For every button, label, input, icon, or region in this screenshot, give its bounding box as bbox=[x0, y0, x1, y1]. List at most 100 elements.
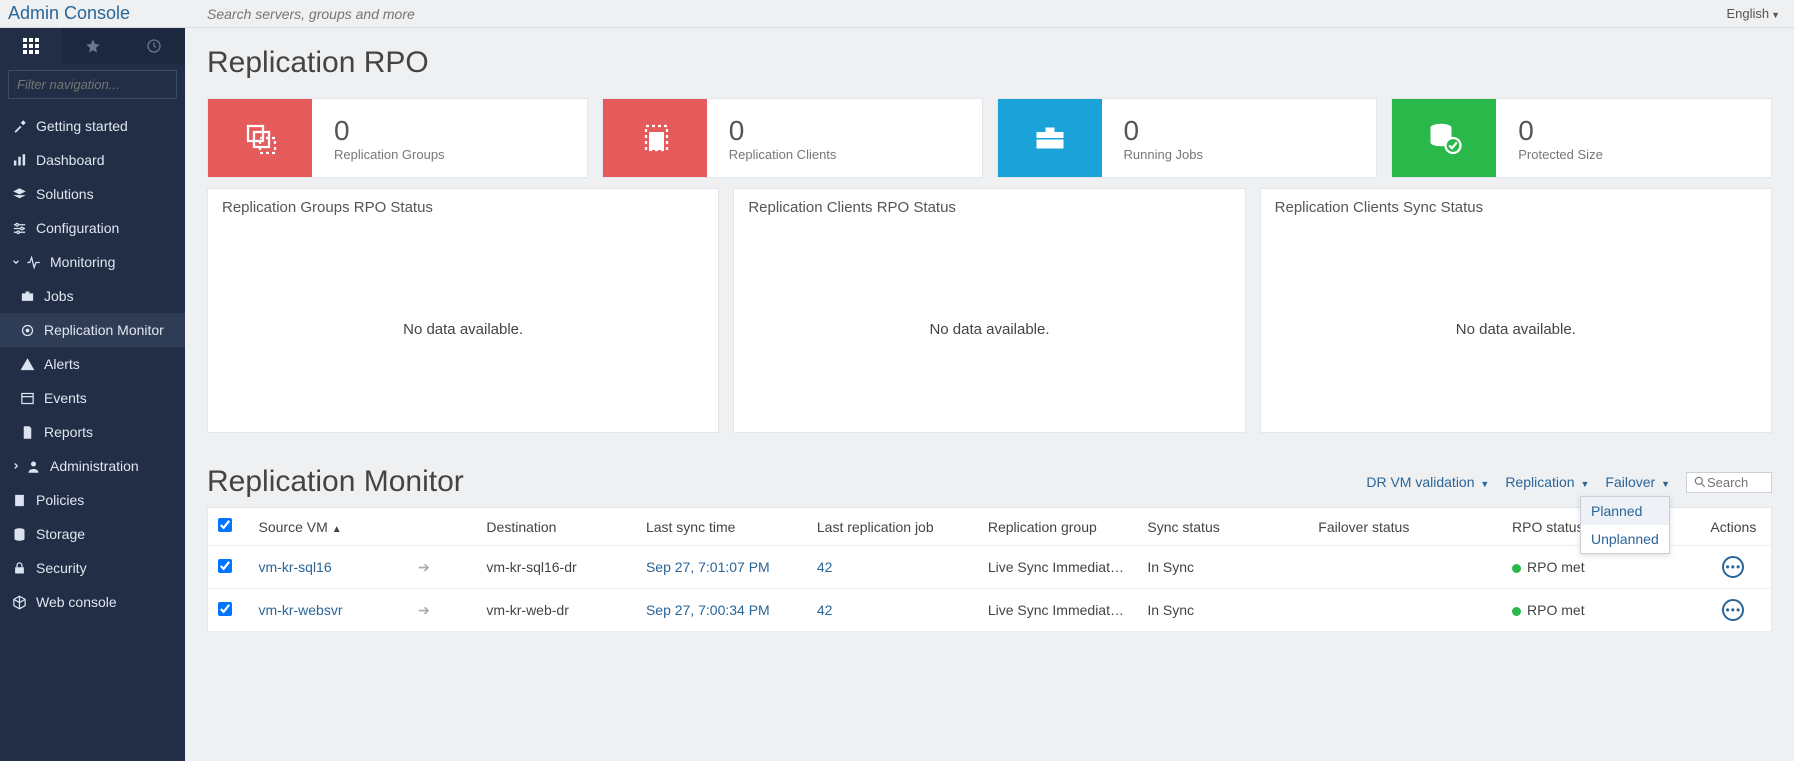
panel-groups-rpo: Replication Groups RPO Status No data av… bbox=[207, 188, 719, 433]
chevron-right-icon bbox=[10, 461, 22, 471]
sidebar-tab-favorites[interactable] bbox=[62, 28, 124, 64]
database-icon bbox=[10, 525, 28, 543]
col-sync-status[interactable]: Sync status bbox=[1137, 508, 1308, 546]
nav-solutions[interactable]: Solutions bbox=[0, 177, 185, 211]
kpi-value: 0 bbox=[1124, 115, 1377, 147]
select-all-checkbox[interactable] bbox=[218, 518, 232, 532]
action-failover[interactable]: Failover ▼ Planned Unplanned bbox=[1605, 474, 1670, 490]
nav-label: Dashboard bbox=[36, 152, 105, 168]
nav-security[interactable]: Security bbox=[0, 551, 185, 585]
monitor-actions: DR VM validation ▼ Replication ▼ Failove… bbox=[1366, 472, 1772, 493]
rpo-status-cell: RPO met bbox=[1502, 589, 1696, 632]
chart-icon bbox=[10, 151, 28, 169]
rpo-title: Replication RPO bbox=[207, 46, 1772, 80]
destination-cell: vm-kr-web-dr bbox=[476, 589, 636, 632]
monitor-icon bbox=[18, 321, 36, 339]
nav-policies[interactable]: Policies bbox=[0, 483, 185, 517]
failover-dropdown: Planned Unplanned bbox=[1580, 496, 1670, 554]
kpi-card-running-jobs[interactable]: 0Running Jobs bbox=[997, 98, 1378, 178]
kpi-label: Replication Clients bbox=[729, 147, 982, 162]
user-icon bbox=[24, 457, 42, 475]
last-sync-link[interactable]: Sep 27, 7:01:07 PM bbox=[646, 559, 770, 575]
nav-storage[interactable]: Storage bbox=[0, 517, 185, 551]
arrow-right-icon: ➔ bbox=[418, 559, 430, 575]
nav-label: Events bbox=[44, 390, 87, 406]
lock-icon bbox=[10, 559, 28, 577]
nav-list: Getting started Dashboard Solutions Conf… bbox=[0, 109, 185, 619]
nav-reports[interactable]: Reports bbox=[0, 415, 185, 449]
row-checkbox[interactable] bbox=[218, 602, 232, 616]
col-last-sync[interactable]: Last sync time bbox=[636, 508, 807, 546]
server-icon bbox=[603, 99, 707, 177]
rpo-status-text: RPO met bbox=[1527, 559, 1585, 575]
briefcase-icon bbox=[18, 287, 36, 305]
monitor-search-input[interactable] bbox=[1707, 475, 1761, 490]
source-vm-link[interactable]: vm-kr-sql16 bbox=[259, 559, 332, 575]
nav-configuration[interactable]: Configuration bbox=[0, 211, 185, 245]
panel-message: No data available. bbox=[1261, 226, 1771, 432]
panel-clients-sync: Replication Clients Sync Status No data … bbox=[1260, 188, 1772, 433]
search-icon bbox=[1693, 475, 1707, 489]
app-title: Admin Console bbox=[0, 3, 199, 24]
caret-down-icon: ▼ bbox=[1480, 479, 1489, 489]
nav-replication-monitor[interactable]: Replication Monitor bbox=[0, 313, 185, 347]
nav-administration[interactable]: Administration bbox=[0, 449, 185, 483]
nav-label: Storage bbox=[36, 526, 85, 542]
nav-label: Configuration bbox=[36, 220, 119, 236]
sidebar-tab-history[interactable] bbox=[123, 28, 185, 64]
last-job-link[interactable]: 42 bbox=[817, 602, 833, 618]
status-dot-icon bbox=[1512, 607, 1521, 616]
action-dr-validation[interactable]: DR VM validation ▼ bbox=[1366, 474, 1489, 490]
col-destination[interactable]: Destination bbox=[476, 508, 636, 546]
col-group[interactable]: Replication group bbox=[978, 508, 1138, 546]
panel-message: No data available. bbox=[208, 226, 718, 432]
group-cell: Live Sync Immediat… bbox=[978, 589, 1138, 632]
top-bar: Admin Console English▼ bbox=[0, 0, 1794, 28]
col-last-job[interactable]: Last replication job bbox=[807, 508, 978, 546]
clock-icon bbox=[146, 38, 162, 54]
wrench-icon bbox=[10, 117, 28, 135]
col-failover-status[interactable]: Failover status bbox=[1308, 508, 1502, 546]
language-selector[interactable]: English▼ bbox=[1712, 6, 1794, 21]
nav-label: Reports bbox=[44, 424, 93, 440]
panel-title: Replication Clients Sync Status bbox=[1261, 189, 1771, 226]
row-actions-button[interactable]: ••• bbox=[1722, 556, 1744, 578]
group-cell: Live Sync Immediat… bbox=[978, 546, 1138, 589]
nav-jobs[interactable]: Jobs bbox=[0, 279, 185, 313]
row-actions-button[interactable]: ••• bbox=[1722, 599, 1744, 621]
kpi-card-replication-groups[interactable]: 0Replication Groups bbox=[207, 98, 588, 178]
nav-dashboard[interactable]: Dashboard bbox=[0, 143, 185, 177]
nav-label: Policies bbox=[36, 492, 84, 508]
row-checkbox[interactable] bbox=[218, 559, 232, 573]
sync-status-cell: In Sync bbox=[1137, 589, 1308, 632]
table-header-row: Source VM▲ Destination Last sync time La… bbox=[208, 508, 1772, 546]
last-job-link[interactable]: 42 bbox=[817, 559, 833, 575]
sync-status-cell: In Sync bbox=[1137, 546, 1308, 589]
failover-status-cell bbox=[1308, 546, 1502, 589]
kpi-value: 0 bbox=[1518, 115, 1771, 147]
action-replication[interactable]: Replication ▼ bbox=[1505, 474, 1589, 490]
top-search-input[interactable] bbox=[199, 2, 1712, 26]
nav-monitoring[interactable]: Monitoring bbox=[0, 245, 185, 279]
failover-option-unplanned[interactable]: Unplanned bbox=[1581, 525, 1669, 553]
nav-label: Jobs bbox=[44, 288, 74, 304]
nav-events[interactable]: Events bbox=[0, 381, 185, 415]
grid-icon bbox=[23, 38, 39, 54]
nav-web-console[interactable]: Web console bbox=[0, 585, 185, 619]
source-vm-link[interactable]: vm-kr-websvr bbox=[259, 602, 343, 618]
kpi-card-replication-clients[interactable]: 0Replication Clients bbox=[602, 98, 983, 178]
col-source-vm[interactable]: Source VM▲ bbox=[249, 508, 409, 546]
caret-down-icon: ▼ bbox=[1580, 479, 1589, 489]
nav-alerts[interactable]: Alerts bbox=[0, 347, 185, 381]
kpi-label: Replication Groups bbox=[334, 147, 587, 162]
briefcase-icon bbox=[998, 99, 1102, 177]
sidebar-tab-apps[interactable] bbox=[0, 28, 62, 64]
kpi-card-protected-size[interactable]: 0Protected Size bbox=[1391, 98, 1772, 178]
stack-icon bbox=[208, 99, 312, 177]
nav-filter-input[interactable] bbox=[8, 70, 177, 99]
nav-label: Security bbox=[36, 560, 87, 576]
nav-getting-started[interactable]: Getting started bbox=[0, 109, 185, 143]
failover-option-planned[interactable]: Planned bbox=[1581, 497, 1669, 525]
panel-title: Replication Groups RPO Status bbox=[208, 189, 718, 226]
last-sync-link[interactable]: Sep 27, 7:00:34 PM bbox=[646, 602, 770, 618]
